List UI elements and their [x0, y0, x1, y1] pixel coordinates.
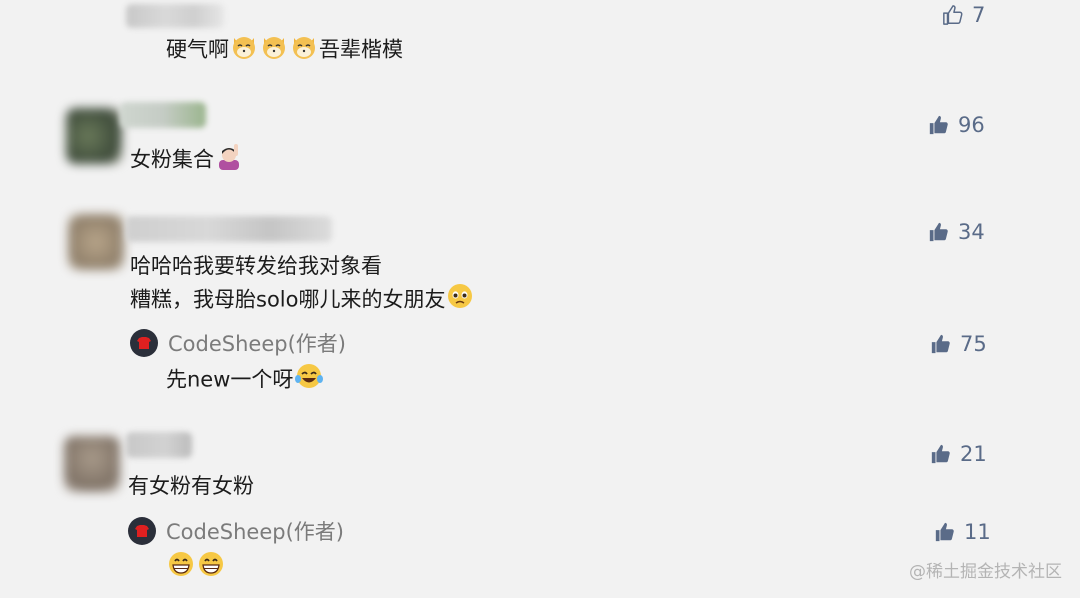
pleading-face-emoji	[446, 282, 474, 319]
reply-author[interactable]: CodeSheep(作者)	[130, 328, 346, 358]
comment-text-line-1: 哈哈哈我要转发给我对象看	[130, 254, 382, 278]
cat-face-emoji	[230, 32, 258, 69]
like-count: 34	[958, 220, 985, 244]
author-name: CodeSheep(作者)	[168, 332, 346, 356]
author-avatar[interactable]	[130, 329, 158, 357]
comment-text: 有女粉有女粉	[128, 474, 254, 498]
blurred-username[interactable]	[120, 102, 206, 128]
thumbs-up-outline-icon	[943, 5, 963, 25]
thumbs-up-filled-icon	[929, 222, 948, 242]
blurred-username[interactable]	[126, 432, 192, 458]
grinning-face-emoji	[167, 550, 195, 587]
raising-hand-emoji	[215, 142, 243, 179]
author-name: CodeSheep(作者)	[166, 520, 344, 544]
comment-text-main: 女粉集合	[130, 147, 214, 172]
tears-of-joy-emoji	[294, 362, 324, 399]
comment-text: 硬气啊 吾辈楷模	[166, 32, 403, 69]
thumbs-up-filled-icon	[935, 522, 954, 542]
cat-face-emoji	[290, 32, 318, 69]
comment-text-suffix: 吾辈楷模	[319, 37, 403, 62]
red-shirt-logo-icon	[135, 525, 149, 537]
like-count: 11	[964, 520, 991, 544]
thumbs-up-filled-icon	[931, 334, 950, 354]
like-button[interactable]: 75	[930, 332, 987, 356]
red-shirt-logo-icon	[137, 337, 151, 349]
comment-text-main: 硬气啊	[166, 37, 229, 62]
like-button[interactable]: 7	[942, 3, 985, 27]
reply-author[interactable]: CodeSheep(作者)	[128, 516, 344, 546]
reply-text	[166, 550, 226, 587]
author-avatar[interactable]	[128, 517, 156, 545]
reply-text-main: 先new一个呀	[166, 367, 294, 392]
avatar[interactable]	[66, 108, 122, 164]
comment-text: 女粉集合	[130, 142, 244, 179]
blurred-username[interactable]	[126, 4, 224, 28]
like-count: 7	[972, 3, 986, 27]
like-count: 96	[958, 113, 985, 137]
like-button[interactable]: 11	[934, 520, 991, 544]
reply-text: 先new一个呀	[166, 362, 325, 399]
like-count: 75	[960, 332, 987, 356]
thumbs-up-filled-icon	[929, 115, 948, 135]
avatar[interactable]	[68, 214, 124, 270]
like-button[interactable]: 21	[930, 442, 987, 466]
like-count: 21	[960, 442, 987, 466]
like-button[interactable]: 34	[928, 220, 985, 244]
comment-text-line-2: 糟糕，我母胎solo哪儿来的女朋友	[130, 282, 475, 319]
avatar[interactable]	[64, 436, 120, 492]
comment-text-main: 糟糕，我母胎solo哪儿来的女朋友	[130, 287, 446, 312]
cat-face-emoji	[260, 32, 288, 69]
watermark: @稀土掘金技术社区	[909, 562, 1062, 582]
blurred-username[interactable]	[126, 216, 332, 242]
grinning-face-emoji	[197, 550, 225, 587]
like-button[interactable]: 96	[928, 113, 985, 137]
thumbs-up-filled-icon	[931, 444, 950, 464]
